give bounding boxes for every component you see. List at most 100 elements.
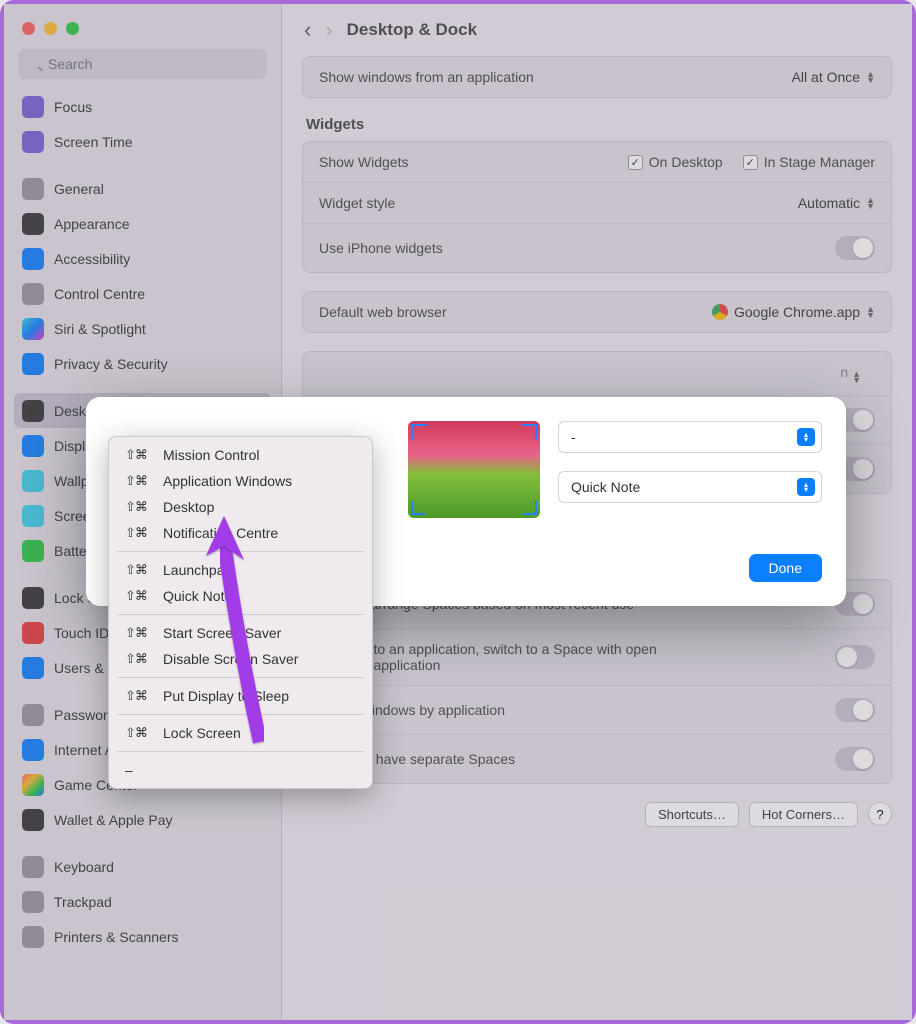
menu-separator <box>117 614 364 615</box>
sidebar-item-focus[interactable]: Focus <box>14 89 271 124</box>
screen-thumbnail <box>408 421 540 518</box>
menu-item--[interactable]: – <box>109 757 372 783</box>
corner-select-value-2: Quick Note <box>571 479 640 495</box>
sidebar-item-keyboard[interactable]: Keyboard <box>14 849 271 884</box>
corner-select-bottom-right[interactable]: Quick Note ▴▾ <box>558 471 822 503</box>
sidebar-item-label: Wallet & Apple Pay <box>54 812 173 828</box>
sidebar-icon <box>22 657 44 679</box>
sidebar-item-printers-scanners[interactable]: Printers & Scanners <box>14 919 271 954</box>
hot-corner-options-menu: ⇧⌘Mission Control⇧⌘Application Windows⇧⌘… <box>108 436 373 789</box>
chevrons-icon: ▲▼ <box>866 306 875 318</box>
shortcuts-button[interactable]: Shortcuts… <box>645 802 739 827</box>
menu-item-label: Desktop <box>163 499 214 515</box>
menu-item-put-display-to-sleep[interactable]: ⇧⌘Put Display to Sleep <box>109 683 372 709</box>
hot-corners-button[interactable]: Hot Corners… <box>749 802 858 827</box>
menu-item-label: Put Display to Sleep <box>163 688 289 704</box>
switch-space-row: witching to an application, switch to a … <box>303 628 891 685</box>
default-browser-row[interactable]: Default web browser Google Chrome.app▲▼ <box>303 292 891 332</box>
sidebar-icon <box>22 178 44 200</box>
keyboard-modifier-icon: ⇧⌘ <box>125 525 157 541</box>
sidebar-item-label: General <box>54 181 104 197</box>
nav-forward-icon[interactable]: › <box>325 17 332 43</box>
keyboard-modifier-icon: ⇧⌘ <box>125 562 157 578</box>
show-windows-row[interactable]: Show windows from an application All at … <box>303 57 891 97</box>
maximize-button[interactable] <box>66 22 79 35</box>
search-input[interactable] <box>18 49 267 79</box>
menu-item-label: Notification Centre <box>163 525 278 541</box>
menu-item-label: Mission Control <box>163 447 259 463</box>
keyboard-modifier-icon: ⇧⌘ <box>125 447 157 463</box>
sidebar-item-control-centre[interactable]: Control Centre <box>14 276 271 311</box>
close-button[interactable] <box>22 22 35 35</box>
menu-item-label: Application Windows <box>163 473 292 489</box>
menu-item-notification-centre[interactable]: ⇧⌘ Notification Centre <box>109 520 372 546</box>
sidebar-item-label: Privacy & Security <box>54 356 168 372</box>
group-windows-row: Group windows by application <box>303 685 891 734</box>
sidebar-item-label: Keyboard <box>54 859 114 875</box>
menu-item-label: Disable Screen Saver <box>163 651 298 667</box>
menu-item-lock-screen[interactable]: ⇧⌘ Lock Screen <box>109 720 372 746</box>
widget-style-row[interactable]: Widget style Automatic▲▼ <box>303 182 891 223</box>
menu-item-application-windows[interactable]: ⇧⌘Application Windows <box>109 468 372 494</box>
widget-style-label: Widget style <box>319 195 395 211</box>
sidebar-icon <box>22 318 44 340</box>
sidebar-icon <box>22 540 44 562</box>
widgets-header: Widgets <box>306 116 892 133</box>
menu-item-disable-screen-saver[interactable]: ⇧⌘Disable Screen Saver <box>109 646 372 672</box>
menu-item-desktop[interactable]: ⇧⌘ Desktop <box>109 494 372 520</box>
menu-item-label: Lock Screen <box>163 725 241 741</box>
show-windows-value: All at Once <box>792 69 860 85</box>
stage-manager-checkbox[interactable]: ✓ <box>743 155 758 170</box>
select-chevron-icon: ▴▾ <box>797 478 815 496</box>
sidebar-item-label: Focus <box>54 99 92 115</box>
sidebar-item-label: Trackpad <box>54 894 112 910</box>
sidebar-item-label: Siri & Spotlight <box>54 321 146 337</box>
iphone-widgets-toggle[interactable] <box>835 236 875 260</box>
iphone-widgets-row: Use iPhone widgets <box>303 223 891 272</box>
menu-item-start-screen-saver[interactable]: ⇧⌘Start Screen Saver <box>109 620 372 646</box>
sidebar-item-appearance[interactable]: Appearance <box>14 206 271 241</box>
sep-spaces-toggle[interactable] <box>835 747 875 771</box>
stage-manager-label: In Stage Manager <box>764 154 875 170</box>
sidebar-icon <box>22 856 44 878</box>
sidebar-item-wallet-apple-pay[interactable]: Wallet & Apple Pay <box>14 802 271 837</box>
sidebar-item-privacy-security[interactable]: Privacy & Security <box>14 346 271 381</box>
menu-item-launchpad[interactable]: ⇧⌘Launchpad <box>109 557 372 583</box>
done-button[interactable]: Done <box>749 554 822 582</box>
sidebar-item-siri-spotlight[interactable]: Siri & Spotlight <box>14 311 271 346</box>
sidebar-icon <box>22 213 44 235</box>
on-desktop-checkbox[interactable]: ✓ <box>628 155 643 170</box>
show-widgets-row: Show Widgets ✓On Desktop ✓In Stage Manag… <box>303 142 891 182</box>
default-browser-label: Default web browser <box>319 304 447 320</box>
chrome-icon <box>712 304 728 320</box>
corner-select-value-1: - <box>571 429 576 445</box>
sidebar-item-general[interactable]: General <box>14 171 271 206</box>
iphone-widgets-label: Use iPhone widgets <box>319 240 443 256</box>
keyboard-modifier-icon: ⇧⌘ <box>125 499 157 515</box>
page-title: Desktop & Dock <box>347 20 477 40</box>
sidebar-icon <box>22 926 44 948</box>
show-widgets-label: Show Widgets <box>319 154 408 170</box>
sidebar-item-accessibility[interactable]: Accessibility <box>14 241 271 276</box>
sidebar-item-label: Appearance <box>54 216 130 232</box>
keyboard-modifier-icon: ⇧⌘ <box>125 725 157 741</box>
sidebar-icon <box>22 353 44 375</box>
menu-item-quick-note[interactable]: ⇧⌘Quick Note <box>109 583 372 609</box>
help-button[interactable]: ? <box>868 802 892 826</box>
sidebar-item-trackpad[interactable]: Trackpad <box>14 884 271 919</box>
menu-item-mission-control[interactable]: ⇧⌘ Mission Control <box>109 442 372 468</box>
sidebar-item-screen-time[interactable]: Screen Time <box>14 124 271 159</box>
switch-space-toggle[interactable] <box>835 645 875 669</box>
sidebar-item-label: Control Centre <box>54 286 145 302</box>
group-windows-toggle[interactable] <box>835 698 875 722</box>
nav-back-icon[interactable]: ‹ <box>304 17 311 43</box>
menu-separator <box>117 677 364 678</box>
chevrons-icon: ▲▼ <box>866 197 875 209</box>
menu-separator <box>117 551 364 552</box>
sidebar-icon <box>22 704 44 726</box>
sidebar-icon <box>22 435 44 457</box>
corner-select-top-right[interactable]: - ▴▾ <box>558 421 822 453</box>
menu-item-label: Start Screen Saver <box>163 625 281 641</box>
menu-item-label: – <box>125 762 133 778</box>
minimize-button[interactable] <box>44 22 57 35</box>
